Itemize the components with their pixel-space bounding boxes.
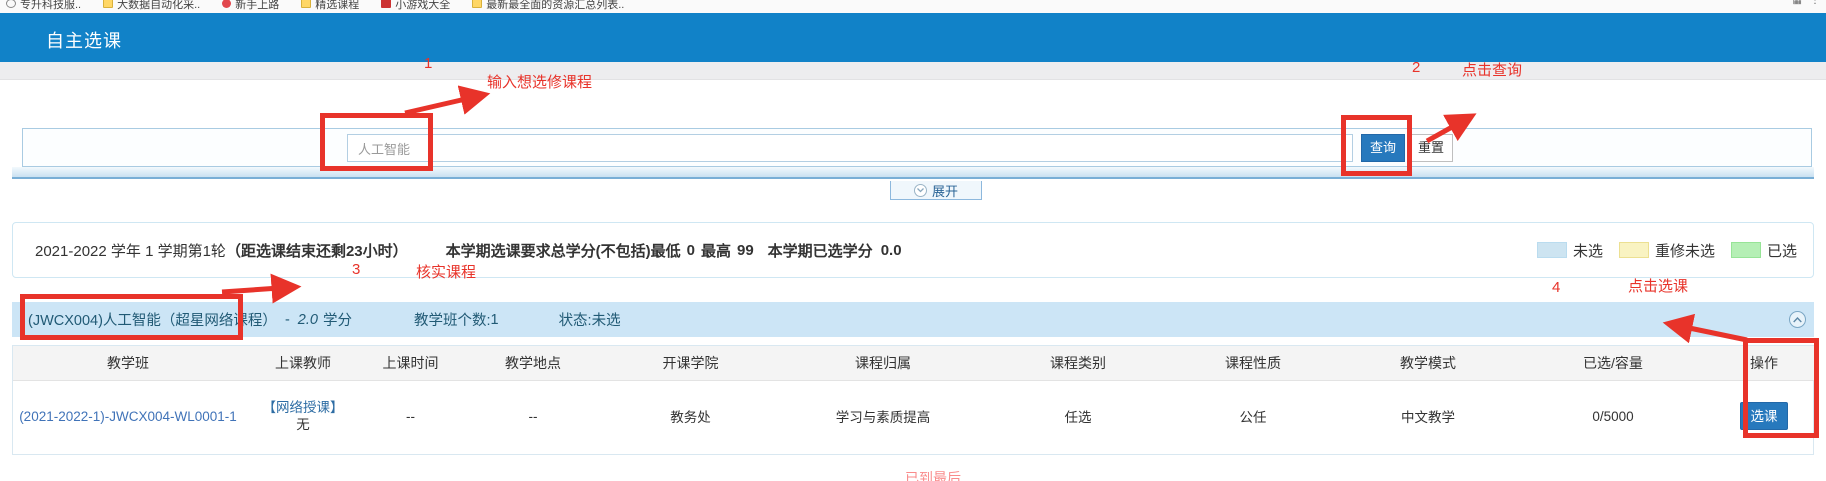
min-credit-value: 0: [687, 242, 695, 259]
table-header-row: 教学班 上课教师 上课时间 教学地点 开课学院 课程归属 课程类别 课程性质 教…: [13, 346, 1815, 380]
dash: -: [285, 312, 290, 328]
annotation-box-query: [1341, 115, 1412, 176]
search-panel: 查询 重置: [22, 128, 1812, 167]
course-search-input[interactable]: [347, 134, 1353, 162]
annotation-step-number: 1: [424, 55, 432, 72]
link-icon: [6, 0, 16, 8]
cell-nature: 公任: [1163, 380, 1343, 452]
sub-header-band: [0, 62, 1826, 80]
annotation-step-label: 点击选课: [1628, 275, 1688, 296]
class-code-link[interactable]: (2021-2022-1)-JWCX004-WL0001-1: [19, 409, 237, 424]
expand-toggle[interactable]: 展开: [890, 181, 982, 200]
col-header-capacity: 已选/容量: [1513, 346, 1713, 380]
annotation-step-label: 点击查询: [1462, 59, 1522, 80]
bookmark-label: 大数据自动化采..: [117, 0, 200, 12]
reset-button[interactable]: 重置: [1409, 134, 1453, 162]
bookmark-label: 精选课程: [315, 0, 359, 12]
archive-icon[interactable]: ▦: [1793, 0, 1802, 6]
class-count-value: 1: [490, 312, 498, 328]
cell-belong: 学习与素质提高: [773, 380, 993, 452]
col-header-college: 开课学院: [608, 346, 773, 380]
selected-credit-label: 本学期已选学分: [768, 240, 873, 261]
bookmark-label: 小游戏大全: [395, 0, 450, 12]
cell-college: 教务处: [608, 380, 773, 452]
collapse-icon[interactable]: [1789, 311, 1806, 328]
legend-swatch-unselected: [1537, 242, 1567, 258]
max-credit-value: 99: [737, 242, 754, 259]
cell-capacity: 0/5000: [1513, 380, 1713, 452]
max-credit-label: 最高: [701, 240, 731, 261]
term-text: 2021-2022 学年 1 学期: [35, 240, 188, 261]
credit-requirement-text: 本学期选课要求总学分(不包括)最低: [446, 240, 681, 261]
bookmark-label: 专升科技服..: [20, 0, 81, 12]
bookmark-item[interactable]: 专升科技服..: [6, 0, 81, 12]
bookmark-item[interactable]: 新手上路: [222, 0, 279, 12]
bookmark-item[interactable]: 大数据自动化采..: [103, 0, 200, 12]
col-header-nature: 课程性质: [1163, 346, 1343, 380]
page-title: 自主选课: [46, 27, 122, 53]
bookmarks-bar: 专升科技服.. 大数据自动化采.. 新手上路 精选课程 小游戏大全 最新最全面的…: [0, 0, 1826, 13]
bookmark-item[interactable]: 精选课程: [301, 0, 359, 12]
col-header-place: 教学地点: [458, 346, 608, 380]
annotation-step-number: 2: [1412, 59, 1420, 76]
cell-place: --: [458, 380, 608, 452]
expand-label: 展开: [932, 181, 958, 200]
round-text: 第1轮: [188, 240, 226, 261]
cell-time: --: [363, 380, 458, 452]
end-of-list-text: 已到最后: [905, 468, 961, 481]
folder-icon: [103, 0, 113, 8]
course-status-value: 未选: [592, 309, 621, 330]
course-selection-page: 专升科技服.. 大数据自动化采.. 新手上路 精选课程 小游戏大全 最新最全面的…: [0, 0, 1826, 481]
course-credits-unit: 学分: [323, 309, 352, 330]
class-table: 教学班 上课教师 上课时间 教学地点 开课学院 课程归属 课程类别 课程性质 教…: [13, 346, 1815, 452]
annotation-step-label: 核实课程: [416, 261, 476, 282]
page-header: 自主选课: [0, 13, 1826, 62]
folder-icon: [472, 0, 482, 8]
legend-item-retake: 重修未选: [1619, 240, 1715, 261]
arrow-step1: [405, 95, 483, 113]
course-status-label: 状态:: [559, 309, 592, 330]
legend-swatch-selected: [1731, 242, 1761, 258]
col-header-time: 上课时间: [363, 346, 458, 380]
annotation-box-course: [20, 294, 243, 340]
legend-item-unselected: 未选: [1537, 240, 1603, 261]
annotation-step-number: 3: [352, 261, 360, 278]
folder-icon: [301, 0, 311, 8]
col-header-mode: 教学模式: [1343, 346, 1513, 380]
badge-icon: [381, 0, 391, 8]
legend-item-selected: 已选: [1731, 240, 1797, 261]
bookmark-item[interactable]: 最新最全面的资源汇总列表..: [472, 0, 624, 12]
annotation-step-label: 输入想选修课程: [487, 71, 592, 92]
col-header-category: 课程类别: [993, 346, 1163, 380]
annotation-box-input: [320, 113, 433, 171]
cell-category: 任选: [993, 380, 1163, 452]
cell-mode: 中文教学: [1343, 380, 1513, 452]
more-icon[interactable]: ⋮: [1810, 0, 1820, 6]
annotation-step-number: 4: [1552, 279, 1560, 296]
arrow-step3: [222, 287, 294, 292]
col-header-belong: 课程归属: [773, 346, 993, 380]
dot-icon: [222, 0, 231, 8]
annotation-box-action: [1743, 338, 1819, 438]
course-summary-band[interactable]: (JWCX004)人工智能（超星网络课程） - 2.0 学分 教学班个数: 1 …: [12, 302, 1814, 337]
col-header-class: 教学班: [13, 346, 243, 380]
class-table-panel: 教学班 上课教师 上课时间 教学地点 开课学院 课程归属 课程类别 课程性质 教…: [12, 345, 1814, 455]
status-legend: 未选 重修未选 已选: [1537, 240, 1797, 261]
teacher-name: 无: [243, 416, 363, 433]
teacher-tag: 【网络授课】: [243, 399, 363, 416]
countdown-text: （距选课结束还剩23小时）: [226, 240, 408, 261]
course-credits: 2.0: [298, 312, 318, 328]
bookmark-item[interactable]: 小游戏大全: [381, 0, 450, 12]
bookmark-label: 新手上路: [235, 0, 279, 12]
bookmark-label: 最新最全面的资源汇总列表..: [486, 0, 624, 12]
semester-info-bar: 2021-2022 学年 1 学期 第1轮 （距选课结束还剩23小时） 本学期选…: [12, 222, 1814, 278]
legend-swatch-retake: [1619, 242, 1649, 258]
panel-footer-band: [12, 167, 1814, 179]
class-count-label: 教学班个数:: [414, 309, 491, 330]
chevron-down-icon: [914, 184, 927, 197]
selected-credit-value: 0.0: [881, 242, 902, 259]
col-header-teacher: 上课教师: [243, 346, 363, 380]
table-row: (2021-2022-1)-JWCX004-WL0001-1 【网络授课】 无 …: [13, 380, 1815, 452]
